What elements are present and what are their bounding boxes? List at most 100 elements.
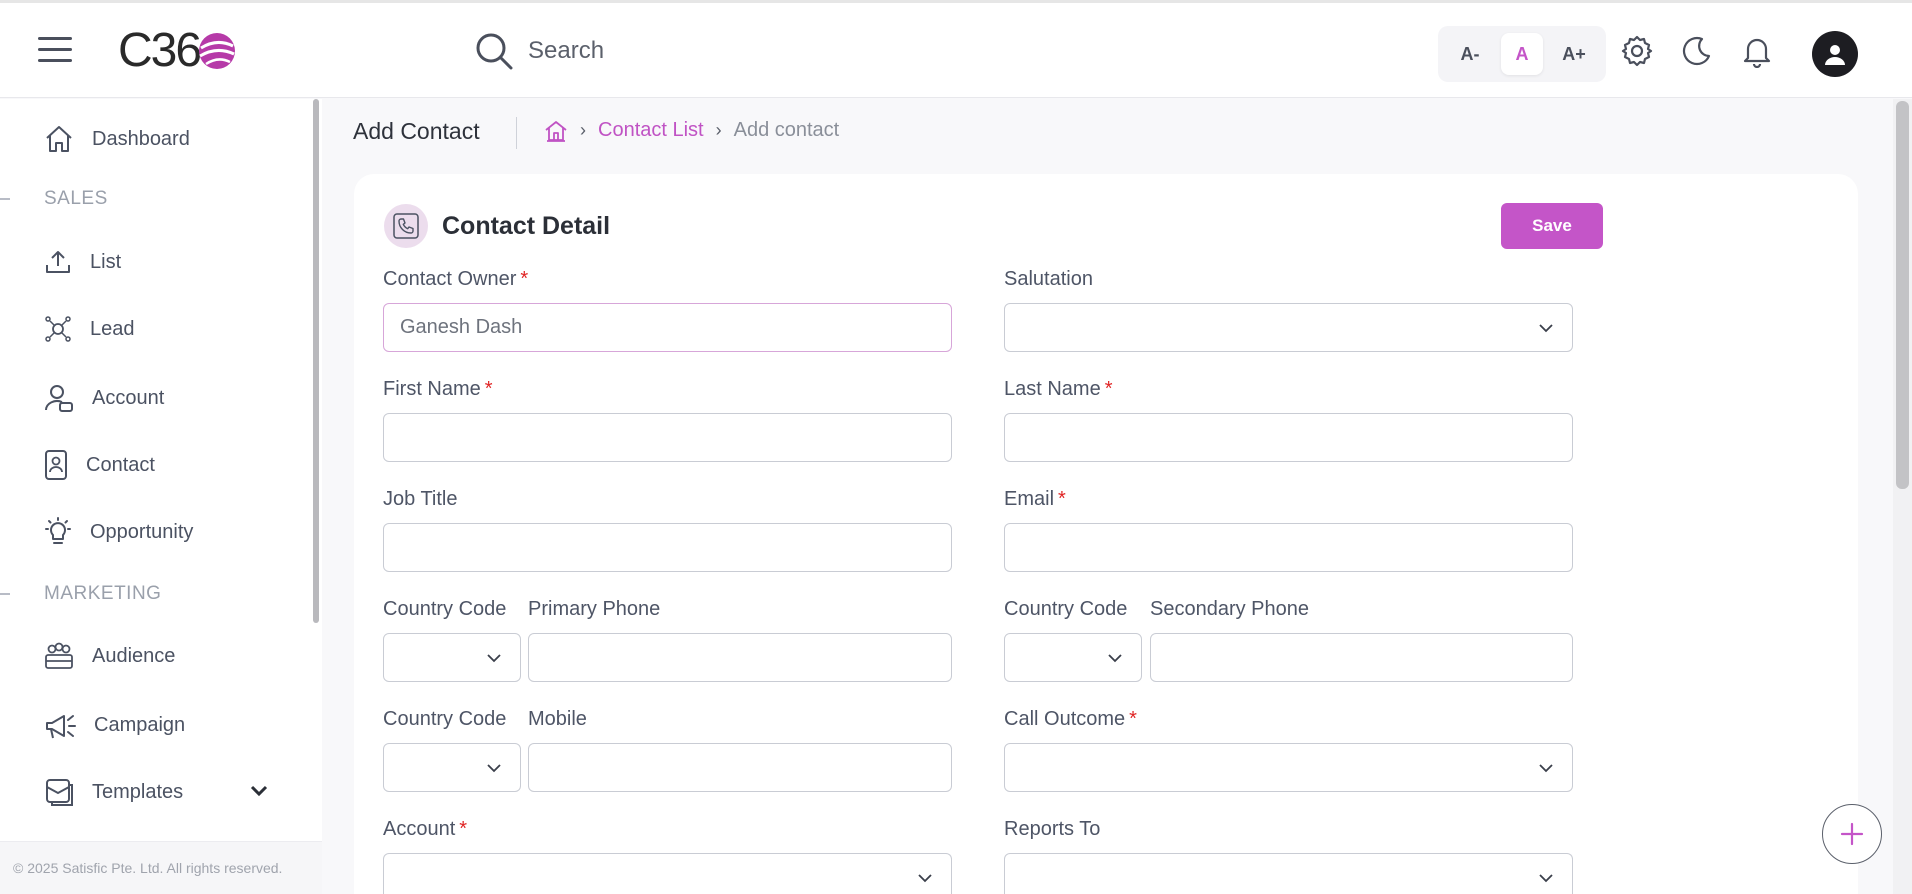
font-size-switcher: A- A A+ bbox=[1438, 26, 1606, 82]
card-icon-wrap bbox=[384, 204, 428, 248]
user-avatar[interactable] bbox=[1812, 31, 1858, 77]
sidebar-item-label: Dashboard bbox=[92, 127, 190, 150]
account-label: Account * bbox=[383, 818, 468, 840]
chevron-down-icon bbox=[918, 874, 932, 883]
chevron-down-icon bbox=[487, 764, 501, 773]
sidebar-item-label: Opportunity bbox=[90, 520, 194, 543]
email-label: Email * bbox=[1004, 488, 1066, 510]
search-bar[interactable] bbox=[474, 31, 1048, 71]
user-icon bbox=[1825, 45, 1845, 65]
secondary-country-code-select[interactable] bbox=[1004, 633, 1142, 682]
group-icon bbox=[45, 642, 73, 669]
copyright-footer: © 2025 Satisfic Pte. Ltd. All rights res… bbox=[0, 841, 322, 894]
mobile-input[interactable] bbox=[528, 743, 952, 792]
sidebar-item-opportunity[interactable]: Opportunity bbox=[44, 517, 193, 547]
moon-icon[interactable] bbox=[1680, 34, 1714, 68]
job-title-input[interactable] bbox=[383, 523, 952, 572]
sidebar-item-label: Contact bbox=[86, 453, 155, 476]
breadcrumb-separator: › bbox=[580, 120, 586, 140]
salutation-label: Salutation bbox=[1004, 268, 1093, 290]
contact-book-icon bbox=[45, 450, 67, 480]
user-card-icon bbox=[45, 385, 73, 412]
sidebar-item-label: Lead bbox=[90, 317, 135, 340]
contact-owner-input[interactable] bbox=[383, 303, 952, 352]
sidebar-item-dashboard[interactable]: Dashboard bbox=[44, 124, 190, 154]
search-input[interactable] bbox=[528, 37, 1048, 65]
mobile-country-code-select[interactable] bbox=[383, 743, 521, 792]
home-icon[interactable] bbox=[544, 120, 568, 142]
page-title: Add Contact bbox=[353, 118, 480, 144]
top-header: C36 A- A A+ bbox=[0, 0, 1912, 98]
font-decrease-button[interactable]: A- bbox=[1449, 33, 1491, 75]
sidebar-item-label: List bbox=[90, 250, 122, 273]
chevron-down-icon bbox=[1539, 764, 1553, 773]
breadcrumb-separator: › bbox=[715, 120, 722, 140]
sidebar-section-marketing: MARKETING bbox=[0, 583, 161, 605]
search-icon bbox=[476, 33, 513, 70]
home-icon bbox=[46, 126, 72, 152]
call-outcome-select[interactable] bbox=[1004, 743, 1573, 792]
chevron-down-icon bbox=[1108, 654, 1122, 663]
primary-country-code-select[interactable] bbox=[383, 633, 521, 682]
network-icon bbox=[45, 316, 71, 342]
first-name-label: First Name * bbox=[383, 378, 493, 400]
salutation-select[interactable] bbox=[1004, 303, 1573, 352]
reports-to-select[interactable] bbox=[1004, 853, 1573, 894]
chevron-down-icon[interactable] bbox=[250, 785, 268, 797]
job-title-label: Job Title bbox=[383, 488, 458, 510]
megaphone-icon bbox=[46, 715, 76, 739]
template-icon bbox=[46, 779, 73, 806]
breadcrumb-current: Add contact bbox=[733, 119, 840, 141]
sidebar-section-sales: SALES bbox=[0, 188, 108, 210]
chevron-down-icon bbox=[1539, 874, 1553, 883]
secondary-phone-label: Secondary Phone bbox=[1150, 598, 1310, 620]
sidebar-item-label: Account bbox=[92, 386, 165, 409]
sidebar-item-campaign[interactable]: Campaign bbox=[44, 710, 185, 740]
account-select[interactable] bbox=[383, 853, 952, 894]
sidebar-item-label: Audience bbox=[92, 644, 176, 667]
sidebar-item-label: Campaign bbox=[94, 713, 186, 736]
plus-icon bbox=[1840, 822, 1864, 846]
phone-icon bbox=[393, 213, 419, 239]
sidebar-item-list[interactable]: List bbox=[44, 248, 121, 276]
email-input[interactable] bbox=[1004, 523, 1573, 572]
app-logo[interactable]: C36 bbox=[118, 23, 238, 78]
logo-globe-icon bbox=[199, 32, 236, 69]
reports-to-label: Reports To bbox=[1004, 818, 1101, 840]
add-fab-button[interactable] bbox=[1822, 804, 1882, 864]
font-default-button[interactable]: A bbox=[1501, 33, 1543, 75]
sidebar-item-templates[interactable]: Templates bbox=[44, 777, 270, 807]
sidebar-item-audience[interactable]: Audience bbox=[44, 642, 175, 670]
sidebar-scrollbar[interactable] bbox=[313, 99, 319, 623]
breadcrumb-divider bbox=[516, 117, 517, 149]
sidebar-item-lead[interactable]: Lead bbox=[44, 315, 135, 343]
contact-owner-label: Contact Owner * bbox=[383, 268, 529, 290]
font-increase-button[interactable]: A+ bbox=[1553, 33, 1595, 75]
gear-icon[interactable] bbox=[1620, 34, 1654, 68]
primary-phone-input[interactable] bbox=[528, 633, 952, 682]
first-name-input[interactable] bbox=[383, 413, 952, 462]
last-name-label: Last Name * bbox=[1004, 378, 1113, 400]
breadcrumb-contact-list-link[interactable]: Contact List bbox=[598, 119, 704, 142]
card-title: Contact Detail bbox=[442, 212, 611, 240]
sidebar-item-account[interactable]: Account bbox=[44, 383, 164, 413]
save-button[interactable]: Save bbox=[1501, 203, 1603, 249]
sidebar-item-label: Templates bbox=[92, 780, 184, 803]
bell-icon[interactable] bbox=[1740, 34, 1774, 68]
sidebar: Dashboard SALES List Lead Account Contac… bbox=[0, 99, 322, 894]
sidebar-item-contact[interactable]: Contact bbox=[44, 449, 155, 481]
main-scrollbar[interactable] bbox=[1893, 99, 1912, 894]
mobile-label: Mobile bbox=[528, 708, 587, 730]
secondary-phone-input[interactable] bbox=[1150, 633, 1573, 682]
primary-country-code-label: Country Code bbox=[383, 598, 507, 620]
breadcrumb: › Contact List › Add contact bbox=[544, 119, 839, 142]
lightbulb-icon bbox=[45, 517, 71, 544]
secondary-country-code-label: Country Code bbox=[1004, 598, 1128, 620]
last-name-input[interactable] bbox=[1004, 413, 1573, 462]
upload-icon bbox=[46, 251, 70, 273]
chevron-down-icon bbox=[487, 654, 501, 663]
primary-phone-label: Primary Phone bbox=[528, 598, 661, 620]
scrollbar-thumb[interactable] bbox=[1896, 101, 1909, 489]
hamburger-menu-icon[interactable] bbox=[38, 37, 72, 65]
chevron-down-icon bbox=[1539, 324, 1553, 333]
